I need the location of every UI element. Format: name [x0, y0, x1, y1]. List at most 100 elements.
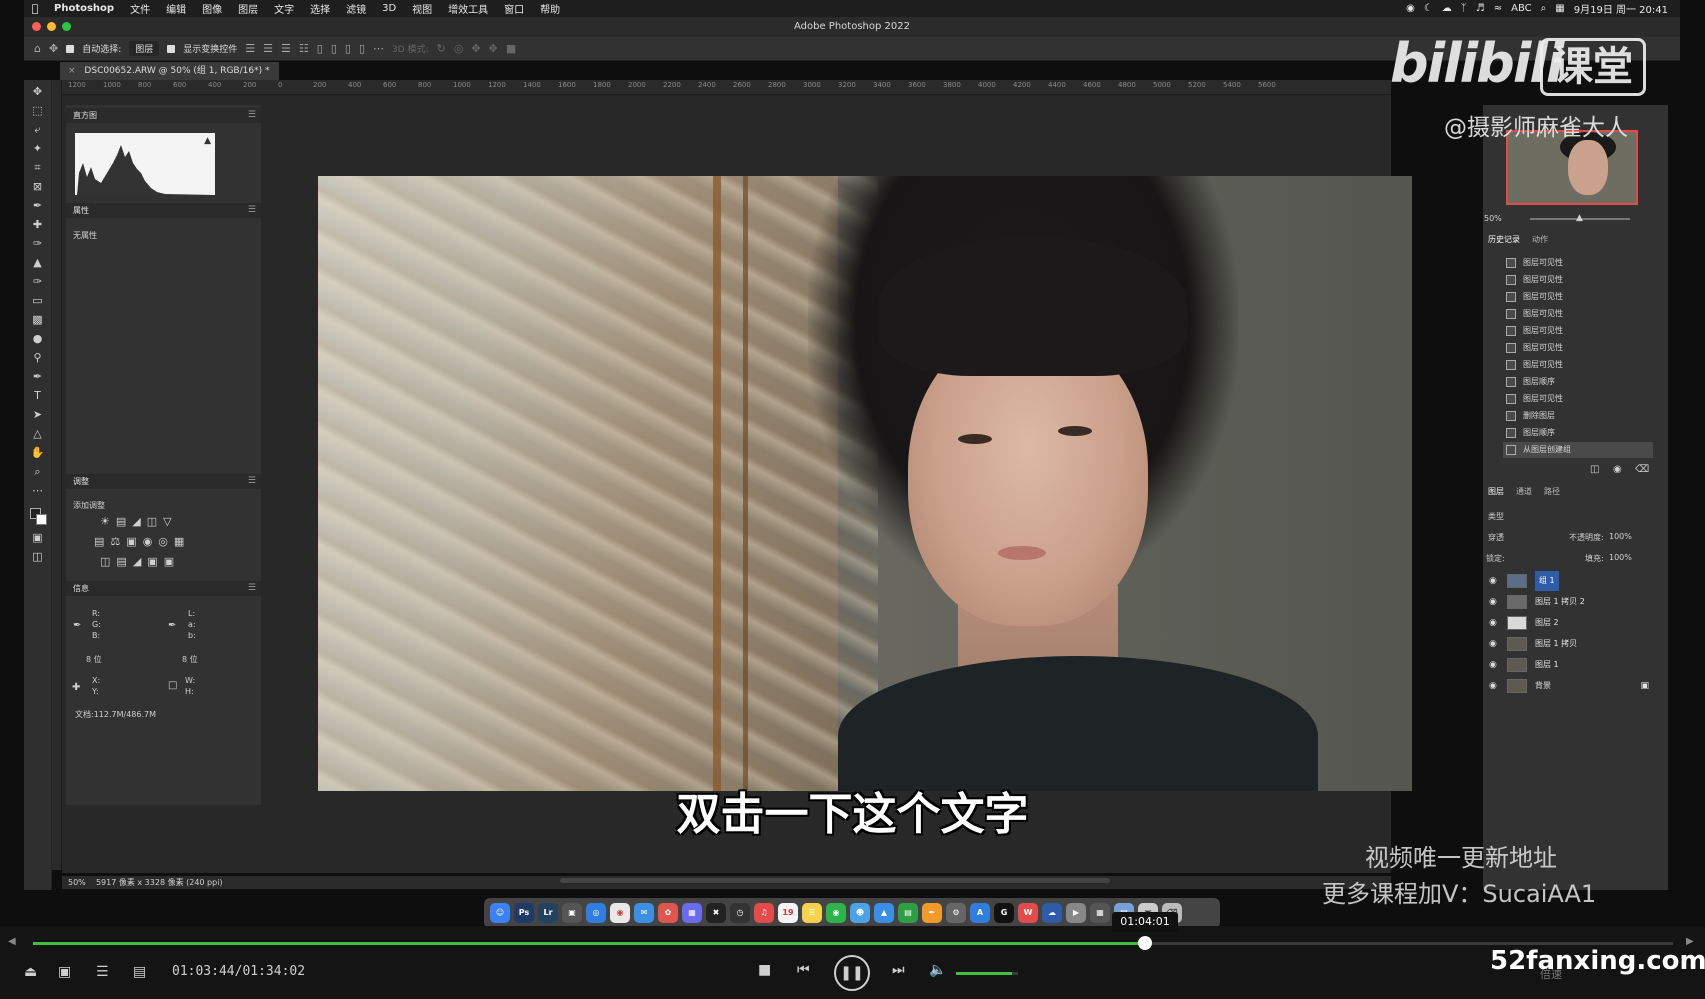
- menu-plugins[interactable]: 增效工具: [440, 1, 496, 16]
- visibility-eye-icon[interactable]: ◉: [1489, 655, 1497, 675]
- layer-row[interactable]: ◉ 组 1: [1485, 571, 1655, 591]
- auto-select-checkbox[interactable]: [66, 44, 75, 53]
- 3d-orbit-icon[interactable]: ↻: [437, 42, 446, 55]
- distribute-vertical-icon[interactable]: ▯: [359, 42, 365, 55]
- color-balance-icon[interactable]: ⚖: [110, 535, 120, 548]
- safari-icon[interactable]: ◎: [586, 903, 606, 923]
- trash-icon[interactable]: ⌫: [1635, 464, 1649, 475]
- menu-app-name[interactable]: Photoshop: [46, 3, 122, 14]
- wps-icon[interactable]: W: [1018, 903, 1038, 923]
- zoom-tool-icon[interactable]: ⌕: [29, 464, 47, 479]
- type-tool-icon[interactable]: T: [29, 388, 47, 403]
- history-item[interactable]: 图层可见性: [1503, 272, 1653, 288]
- eyedropper-icon[interactable]: ✒: [29, 198, 47, 213]
- pages-icon[interactable]: ✒: [922, 903, 942, 923]
- finder-icon[interactable]: ☺: [490, 903, 510, 923]
- horizontal-scrollbar[interactable]: [560, 878, 1110, 883]
- pen-tool-icon[interactable]: ✒: [29, 369, 47, 384]
- menu-select[interactable]: 选择: [302, 1, 338, 16]
- move-tool-icon[interactable]: ✥: [49, 42, 58, 55]
- visibility-eye-icon[interactable]: ◉: [1489, 592, 1497, 612]
- align-left-icon[interactable]: ☰: [245, 42, 255, 55]
- cloud-icon[interactable]: ☁: [1442, 3, 1452, 14]
- stop-icon[interactable]: ■: [758, 962, 771, 978]
- new-document-from-state-icon[interactable]: ◫: [1590, 464, 1599, 475]
- status-record-icon[interactable]: ◉: [1406, 3, 1415, 14]
- document-image[interactable]: [318, 176, 1412, 791]
- chrome-icon[interactable]: ◉: [610, 903, 630, 923]
- moon-icon[interactable]: ☾: [1424, 3, 1433, 14]
- blur-tool-icon[interactable]: ●: [29, 331, 47, 346]
- clone-stamp-icon[interactable]: ▲: [29, 255, 47, 270]
- black-white-icon[interactable]: ▣: [126, 535, 136, 548]
- video-progress-knob[interactable]: [1137, 936, 1152, 950]
- history-item[interactable]: 图层顺序: [1503, 425, 1653, 441]
- panel-menu-icon[interactable]: ☰: [248, 581, 256, 596]
- menu-window[interactable]: 窗口: [496, 1, 532, 16]
- control-center-icon[interactable]: ▦: [1555, 3, 1564, 14]
- pause-button[interactable]: ❚❚: [834, 955, 870, 991]
- healing-brush-icon[interactable]: ✚: [29, 217, 47, 232]
- photoshop-icon[interactable]: Ps: [514, 903, 534, 923]
- history-item[interactable]: 删除图层: [1503, 408, 1653, 424]
- menu-view[interactable]: 视图: [404, 1, 440, 16]
- photos-icon[interactable]: ✿: [658, 903, 678, 923]
- gradient-tool-icon[interactable]: ▩: [29, 312, 47, 327]
- panel-menu-icon[interactable]: ☰: [248, 474, 256, 489]
- history-item[interactable]: 从图层创建组: [1503, 442, 1653, 458]
- more-tools-icon[interactable]: ⋯: [29, 483, 47, 498]
- curves-icon[interactable]: ◢: [132, 515, 140, 528]
- eraser-icon[interactable]: ▭: [29, 293, 47, 308]
- calendar-icon[interactable]: 19: [778, 903, 798, 923]
- history-item[interactable]: 图层可见性: [1503, 391, 1653, 407]
- layer-row[interactable]: ◉ 图层 1: [1485, 655, 1655, 675]
- bluetooth-icon[interactable]: ᛉ: [1461, 3, 1467, 14]
- align-right-icon[interactable]: ☰: [281, 42, 291, 55]
- lasso-tool-icon[interactable]: ⤶: [29, 122, 47, 137]
- vibrance-icon[interactable]: ▽: [163, 515, 171, 528]
- photo-filter-icon[interactable]: ◉: [143, 535, 153, 548]
- launchpad-icon[interactable]: ▦: [682, 903, 702, 923]
- screen-mode-icon[interactable]: ◫: [29, 549, 47, 564]
- calculator-icon[interactable]: ▦: [1090, 903, 1110, 923]
- tab-paths[interactable]: 路径: [1544, 486, 1560, 497]
- menu-filter[interactable]: 滤镜: [338, 1, 374, 16]
- panel-menu-icon[interactable]: ☰: [248, 203, 256, 218]
- path-select-icon[interactable]: ➤: [29, 407, 47, 422]
- magic-wand-icon[interactable]: ✦: [29, 141, 47, 156]
- history-item[interactable]: 图层可见性: [1503, 289, 1653, 305]
- quicktime-icon[interactable]: ▶: [1066, 903, 1086, 923]
- levels-icon[interactable]: ▤: [116, 515, 126, 528]
- move-tool-icon[interactable]: ✥: [29, 84, 47, 99]
- zoom-slider-thumb-icon[interactable]: ▲: [1576, 213, 1583, 223]
- background-color[interactable]: [35, 514, 47, 525]
- layer-filter-kind[interactable]: 类型: [1488, 511, 1504, 522]
- selective-color-icon[interactable]: ▣: [164, 555, 174, 568]
- 3d-roll-icon[interactable]: ◎: [454, 42, 464, 55]
- menu-type[interactable]: 文字: [266, 1, 302, 16]
- app-store-icon[interactable]: A: [970, 903, 990, 923]
- layer-name[interactable]: 图层 1: [1535, 655, 1559, 675]
- volume-icon[interactable]: 🔈: [929, 962, 946, 978]
- menu-3d[interactable]: 3D: [374, 3, 404, 14]
- close-tab-icon[interactable]: ×: [68, 66, 76, 76]
- document-tab[interactable]: × DSC00652.ARW @ 50% (组 1, RGB/16*) *: [60, 62, 280, 80]
- shape-tool-icon[interactable]: △: [29, 426, 47, 441]
- previous-icon[interactable]: ⏮: [797, 962, 810, 978]
- tab-actions[interactable]: 动作: [1532, 234, 1548, 245]
- 3d-scale-icon[interactable]: ■: [506, 42, 516, 55]
- menu-image[interactable]: 图像: [194, 1, 230, 16]
- menu-help[interactable]: 帮助: [532, 1, 568, 16]
- wifi-icon[interactable]: ≈: [1494, 3, 1502, 14]
- zoom-level[interactable]: 50%: [68, 878, 86, 887]
- distribute-icon[interactable]: ☷: [299, 42, 309, 55]
- history-brush-icon[interactable]: ✑: [29, 274, 47, 289]
- system-preferences-icon[interactable]: ⚙: [946, 903, 966, 923]
- quick-mask-icon[interactable]: ▣: [29, 530, 47, 545]
- close-window-button[interactable]: [32, 22, 41, 31]
- menu-file[interactable]: 文件: [122, 1, 158, 16]
- tab-history[interactable]: 历史记录: [1488, 234, 1520, 245]
- playlist-icon[interactable]: ☰: [96, 964, 109, 980]
- volume-icon[interactable]: ♬: [1476, 3, 1485, 14]
- input-method[interactable]: ABC: [1511, 3, 1532, 14]
